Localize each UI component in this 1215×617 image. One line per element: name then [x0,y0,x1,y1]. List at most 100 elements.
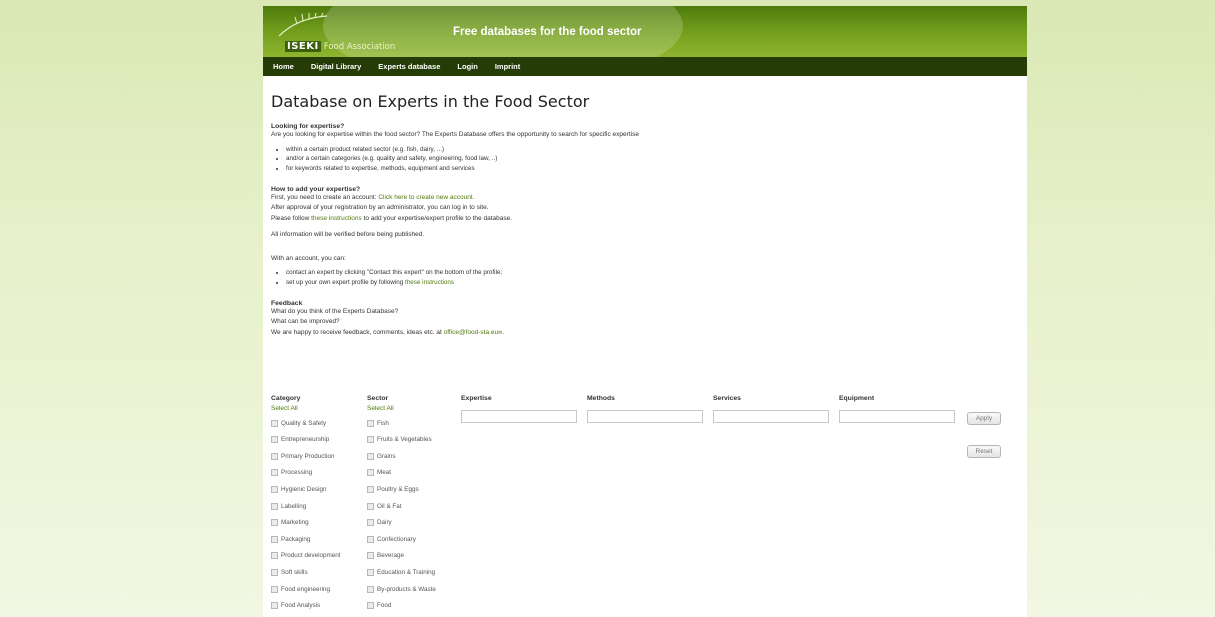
checkbox[interactable] [271,585,278,593]
sector-checkbox-label: Fish [377,419,389,427]
checkbox[interactable] [271,602,278,610]
category-checkbox-label: Food Analysis [281,602,321,610]
feedback-heading: Feedback [271,299,303,307]
checkbox[interactable] [367,552,374,560]
category-checkbox-row[interactable]: Marketing [271,518,309,528]
checkbox[interactable] [367,602,374,610]
checkbox[interactable] [271,436,278,444]
checkbox[interactable] [271,552,278,560]
create-account-link[interactable]: Click here to create new account. [378,194,474,201]
checkbox[interactable] [367,502,374,510]
sector-checkbox-row[interactable]: Confectionary [367,534,416,544]
checkbox[interactable] [271,535,278,543]
sector-checkbox-row[interactable]: Fish [367,418,389,428]
equipment-input[interactable] [839,410,955,423]
checkbox[interactable] [367,485,374,493]
checkbox[interactable] [367,535,374,543]
methods-input[interactable] [587,410,703,423]
sector-checkbox-label: By-products & Waste [377,585,436,593]
page-title: Database on Experts in the Food Sector [271,92,590,111]
sector-checkbox-row[interactable]: Oil & Fat [367,501,402,511]
category-checkbox-row[interactable]: Food engineering [271,584,330,594]
checkbox[interactable] [367,452,374,460]
sector-checkbox-row[interactable]: Fruits & Vegetables [367,435,432,445]
category-checkbox-row[interactable]: Packaging [271,534,310,544]
sector-checkbox-label: Food [377,602,392,610]
checkbox[interactable] [367,419,374,427]
category-checkbox-row[interactable]: Soft skills [271,567,308,577]
category-checkbox-row[interactable]: Quality & Safety [271,418,326,428]
category-checkbox-row[interactable]: Hygienic Design [271,484,327,494]
category-checkbox-row[interactable]: Primary Production [271,451,335,461]
sector-checkbox-label: Grains [377,452,396,460]
services-input[interactable] [713,410,829,423]
instructions-link[interactable]: these instructions [311,215,362,222]
site-title: Free databases for the food sector [453,26,642,38]
add-line-2: After approval of your registration by a… [271,204,489,212]
sector-checkbox-row[interactable]: Beverage [367,551,404,561]
sector-checkbox-row[interactable]: Food [367,601,391,611]
sector-checkbox-row[interactable]: Meat [367,468,391,478]
expertise-input[interactable] [461,410,577,423]
checkbox[interactable] [271,452,278,460]
nav-home[interactable]: Home [273,62,294,71]
checkbox[interactable] [367,519,374,527]
sector-checkbox-row[interactable]: By-products & Waste [367,584,436,594]
sector-checkbox-row[interactable]: Poultry & Eggs [367,484,419,494]
sector-checkbox-row[interactable]: Grains [367,451,396,461]
sector-checkbox-row[interactable]: Dairy [367,518,392,528]
account-list: contact an expert by clicking "Contact t… [271,268,1019,288]
checkbox[interactable] [367,469,374,477]
sector-checkbox-label: Meat [377,469,391,477]
sector-checkbox-label: Fruits & Vegetables [377,436,432,444]
feedback-line-1: What do you think of the Experts Databas… [271,307,399,315]
sector-checkbox-label: Confectionary [377,535,416,543]
nav-login[interactable]: Login [457,62,477,71]
checkbox[interactable] [271,502,278,510]
category-checkbox-row[interactable]: Labelling [271,501,306,511]
add-line-3: Please follow these instructions to add … [271,214,1019,225]
checkbox[interactable] [271,568,278,576]
category-checkbox-label: Product development [281,552,341,560]
category-checkbox-row[interactable]: Product development [271,551,341,561]
feedback-line-2: What can be improved? [271,318,340,326]
nav-imprint[interactable]: Imprint [495,62,520,71]
list-item: and/or a certain categories (e.g. qualit… [286,154,1019,164]
sector-checkbox-label: Poultry & Eggs [377,485,419,493]
expertise-label: Expertise [461,395,492,402]
apply-button[interactable]: Apply [967,412,1001,425]
site-header: ISEKI Food Association Free databases for… [263,6,1027,57]
category-checkbox-label: Quality & Safety [281,419,327,427]
logo[interactable]: ISEKI Food Association [285,40,395,54]
logo-main-text: ISEKI [285,41,321,52]
equipment-label: Equipment [839,395,875,402]
feedback-email-link[interactable]: office@food-sta.eu [444,329,499,336]
sector-checkbox-label: Education & Training [377,568,436,576]
checkbox[interactable] [271,519,278,527]
services-label: Services [713,395,741,402]
reset-button[interactable]: Reset [967,445,1001,458]
nav-digital-library[interactable]: Digital Library [311,62,361,71]
checkbox[interactable] [367,568,374,576]
filter-form: Category Select All Sector Select All Ex… [271,395,1011,617]
verified-note: All information will be verified before … [271,231,425,239]
profile-instructions-link[interactable]: these instructions [405,279,454,286]
checkbox[interactable] [367,585,374,593]
checkbox[interactable] [271,419,278,427]
add-heading: How to add your expertise? [271,185,361,193]
category-checkbox-row[interactable]: Food Analysis [271,601,320,611]
checkbox[interactable] [271,469,278,477]
list-item: within a certain product related sector … [286,145,1019,155]
add-line-3-post: to add your expertise/expert profile to … [361,214,513,222]
category-checkbox-row[interactable]: Entrepreneurship [271,435,329,445]
nav-experts-database[interactable]: Experts database [378,62,440,71]
category-checkbox-row[interactable]: Processing [271,468,312,478]
checkbox[interactable] [271,485,278,493]
main-content: Database on Experts in the Food Sector L… [263,92,1027,338]
checkbox[interactable] [367,436,374,444]
feedback-line-3: We are happy to receive feedback, commen… [271,328,1019,339]
sector-select-all[interactable]: Select All [367,405,394,412]
sector-checkbox-row[interactable]: Education & Training [367,567,435,577]
category-checkbox-label: Soft skills [281,568,308,576]
category-select-all[interactable]: Select All [271,405,298,412]
